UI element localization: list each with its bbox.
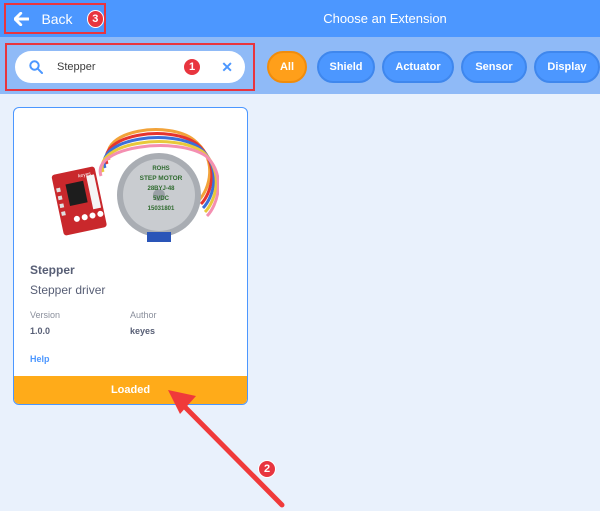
filter-actuator-button[interactable]: Actuator: [382, 51, 454, 83]
header-bar: Back 3 Choose an Extension: [0, 0, 600, 37]
search-icon: [29, 60, 43, 74]
motor-label-line2: 28BYJ-48: [147, 186, 175, 192]
close-icon[interactable]: ✕: [221, 60, 233, 74]
search-value: Stepper: [57, 61, 96, 73]
filter-shield-button[interactable]: Shield: [317, 51, 375, 83]
motor-label-line4: 15031801: [148, 206, 175, 212]
search-highlight: Stepper 1 ✕: [5, 43, 255, 91]
motor-brand-label: ROHS: [152, 166, 169, 172]
extension-name: Stepper: [30, 263, 75, 277]
back-button[interactable]: Back 3: [4, 3, 106, 34]
version-value: 1.0.0: [30, 326, 51, 336]
motor-label-line3: 5VDC: [153, 196, 170, 202]
extension-card[interactable]: keyes ROHS STEP MOTOR 28BYJ-48 5VDC 1503…: [13, 107, 248, 405]
stepper-motor-image: keyes ROHS STEP MOTOR 28BYJ-48 5VDC 1503…: [51, 128, 219, 242]
author-label: Author: [130, 310, 157, 320]
search-input[interactable]: Stepper 1 ✕: [15, 51, 245, 83]
version-label: Version: [30, 310, 61, 320]
author-value: keyes: [130, 326, 156, 336]
back-label: Back: [41, 10, 73, 27]
page-title: Choose an Extension: [323, 11, 447, 26]
arrow-left-icon: [14, 11, 30, 26]
annotation-badge-2: 2: [258, 460, 276, 478]
filter-all-button[interactable]: All: [267, 51, 307, 83]
motor-label-line1: STEP MOTOR: [140, 175, 183, 182]
filter-display-button[interactable]: Display: [534, 51, 600, 83]
annotation-badge-1: 1: [183, 58, 201, 76]
extension-description: Stepper driver: [30, 283, 106, 297]
loaded-status-bar[interactable]: Loaded: [14, 376, 247, 404]
filter-sensor-button[interactable]: Sensor: [461, 51, 527, 83]
annotation-badge-3: 3: [86, 9, 104, 28]
filter-bar: Stepper 1 ✕ All Shield Actuator Sensor D…: [0, 37, 600, 94]
help-link[interactable]: Help: [30, 354, 50, 364]
